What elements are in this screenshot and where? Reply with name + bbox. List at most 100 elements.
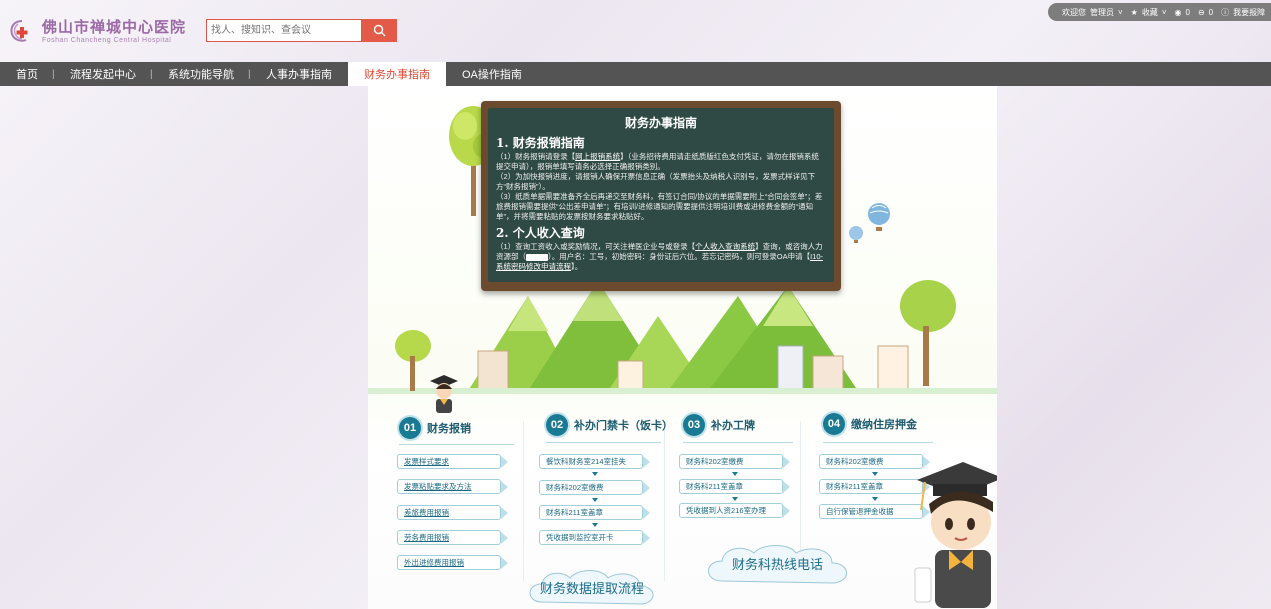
link-label: 外出进修费用报销 <box>404 558 464 567</box>
finance-chalkboard: 财务办事指南 1. 财务报销指南 （1）财务报销请登录【网上报销系统】（业务招待… <box>481 101 841 291</box>
hospital-logo[interactable]: 佛山市禅城中心医院 Foshan Chancheng Central Hospi… <box>8 15 188 47</box>
step-item: 财务科211室盖章 <box>819 479 930 494</box>
board-text: （1）财务报销请登录【 <box>496 152 576 161</box>
main-nav: 首页 流程发起中心 系统功能导航 人事办事指南 财务办事指南 OA操作指南 <box>0 62 1271 86</box>
arrow-down-icon <box>872 497 878 501</box>
nav-process-center[interactable]: 流程发起中心 <box>52 62 152 86</box>
step-item: 凭收据到人资216室办理 <box>679 503 790 518</box>
town-hills-illustration <box>368 280 997 394</box>
travel-expense-link[interactable]: 差旅费用报销 <box>397 505 508 520</box>
nav-system-navigation[interactable]: 系统功能导航 <box>150 62 250 86</box>
board-section-income: 2. 个人收入查询 <box>496 226 585 240</box>
income-query-link[interactable]: 个人收入查询系统 <box>695 242 755 251</box>
search-button[interactable] <box>361 19 397 42</box>
section-housing-deposit: 04 缴纳住房押金 <box>823 413 917 435</box>
step-item: 凭收据到监控室开卡 <box>539 530 650 545</box>
nav-home[interactable]: 首页 <box>0 62 54 86</box>
cloud-label: 财务数据提取流程 <box>539 581 644 597</box>
welcome-text: 欢迎您 <box>1062 7 1086 17</box>
step-item: 财务科211室盖章 <box>539 505 650 520</box>
user-menu[interactable]: 管理员 ˅ <box>1090 7 1127 18</box>
arrow-down-icon <box>732 472 738 476</box>
link-label: 劳务费用报销 <box>404 533 449 542</box>
link-label: 发票粘贴要求及方法 <box>404 482 472 491</box>
nav-oa-guide[interactable]: OA操作指南 <box>446 62 538 86</box>
board-paragraph: （3）纸质单据需要准备齐全后再递交至财务科，有签订合同/协议的单据需要附上“合同… <box>496 192 823 221</box>
arrow-down-icon <box>732 497 738 501</box>
search-icon <box>373 24 386 37</box>
link-label: 差旅费用报销 <box>404 508 449 517</box>
feedback-link[interactable]: ⓘ 我要报障 <box>1221 7 1269 18</box>
section-number: 04 <box>823 413 845 435</box>
column-divider <box>664 421 665 581</box>
section-title: 补办工牌 <box>711 419 755 432</box>
graduate-girl-illustration <box>430 375 458 413</box>
nav-finance-guide[interactable]: 财务办事指南 <box>348 62 446 86</box>
user-name: 管理员 <box>1090 7 1114 17</box>
info-icon: ⓘ <box>1221 7 1230 17</box>
phone-extension <box>526 253 548 261</box>
chevron-down-icon: ˅ <box>1161 7 1167 17</box>
notifications-count[interactable]: ⊖ 0 <box>1198 8 1217 17</box>
board-paragraph: （2）为加快报销进度，请报销人确保开票信息正确（发票抬头及纳税人识别号，发票式样… <box>496 172 816 191</box>
invoice-paste-link[interactable]: 发票粘贴要求及方法 <box>397 479 508 494</box>
online-reimbursement-link[interactable]: 网上报销系统 <box>575 152 620 161</box>
section-number: 03 <box>683 414 705 436</box>
notifications-count-value: 0 <box>1208 7 1214 17</box>
section-number: 01 <box>399 417 421 439</box>
messages-count[interactable]: ◉ 0 <box>1175 8 1194 17</box>
notification-icon: ⊖ <box>1197 7 1205 17</box>
section-title: 财务报销 <box>427 422 471 435</box>
user-toolbar: 欢迎您 管理员 ˅ ★ 收藏 ˅ ◉ 0 ⊖ 0 ⓘ 我要报障 <box>1048 3 1271 21</box>
finance-data-process-cloud[interactable]: 财务数据提取流程 <box>522 566 662 608</box>
section-number: 02 <box>546 414 568 436</box>
board-paragraph: （1）查询工资收入或奖励情况，可关注禅医企业号或登录【个人收入查询系统】查询，或… <box>496 242 826 272</box>
board-section-reimbursement: 1. 财务报销指南 <box>496 136 585 150</box>
nav-hr-guide[interactable]: 人事办事指南 <box>248 62 348 86</box>
step-item: 餐饮科财务室214室挂失 <box>539 454 650 469</box>
arrow-down-icon <box>592 472 598 476</box>
chevron-down-icon: ˅ <box>1118 7 1123 17</box>
column-divider <box>523 421 524 581</box>
section-underline <box>683 442 793 443</box>
section-access-card: 02 补办门禁卡（饭卡） <box>546 414 673 436</box>
board-text: 】。 <box>571 262 583 271</box>
section-badge: 03 补办工牌 <box>683 414 755 436</box>
section-reimbursement: 01 财务报销 <box>399 417 471 439</box>
finance-guide-panel: 财务办事指南 1. 财务报销指南 （1）财务报销请登录【网上报销系统】（业务招待… <box>368 86 997 609</box>
balloon-icon <box>849 226 863 243</box>
favorites-label: 收藏 <box>1141 7 1158 17</box>
cloud-label: 财务科热线电话 <box>731 558 823 573</box>
section-title: 补办门禁卡（饭卡） <box>574 419 673 432</box>
header: 佛山市禅城中心医院 Foshan Chancheng Central Hospi… <box>0 0 1271 62</box>
search-input[interactable] <box>206 19 361 42</box>
labor-expense-link[interactable]: 劳务费用报销 <box>397 530 508 545</box>
arrow-down-icon <box>592 523 598 527</box>
arrow-down-icon <box>872 472 878 476</box>
step-item: 财务科202室缴费 <box>819 454 930 469</box>
search-box <box>206 19 397 42</box>
section-underline <box>399 444 514 445</box>
step-item: 财务科211室盖章 <box>679 479 790 494</box>
invoice-style-link[interactable]: 发票样式要求 <box>397 454 508 469</box>
messages-count-value: 0 <box>1185 7 1190 17</box>
board-paragraph: （1）财务报销请登录【网上报销系统】（业务招待费用请走纸质版红色支付凭证，请勿在… <box>496 152 826 172</box>
step-item: 财务科202室缴费 <box>679 454 790 469</box>
graduate-mascot-illustration <box>914 462 997 608</box>
link-label: 发票样式要求 <box>404 457 449 466</box>
section-underline <box>546 442 661 443</box>
board-text: （1）查询工资收入或奖励情况，可关注禅医企业号或登录【 <box>496 242 696 251</box>
feedback-label: 我要报障 <box>1233 7 1266 17</box>
finance-hotline-cloud[interactable]: 财务科热线电话 <box>700 541 855 586</box>
logo-title: 佛山市禅城中心医院 <box>42 17 187 36</box>
favorites-menu[interactable]: ★ 收藏 ˅ <box>1131 7 1171 18</box>
hospital-cross-icon <box>8 17 36 45</box>
step-item: 财务科202室缴费 <box>539 480 650 495</box>
message-icon: ◉ <box>1174 7 1182 17</box>
training-expense-link[interactable]: 外出进修费用报销 <box>397 555 508 570</box>
balloon-icon <box>868 203 890 231</box>
board-title: 财务办事指南 <box>624 116 697 130</box>
section-title: 缴纳住房押金 <box>851 418 917 431</box>
section-underline <box>823 442 933 443</box>
logo-subtitle: Foshan Chancheng Central Hospital <box>42 36 172 44</box>
